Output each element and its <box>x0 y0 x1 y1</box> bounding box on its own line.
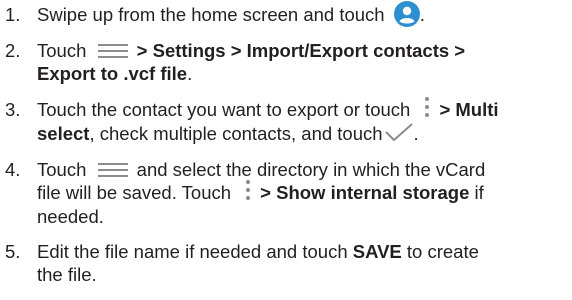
step-number: 1. <box>5 4 21 25</box>
step-text-run: Edit the file name if needed and touch <box>37 241 348 262</box>
check-icon <box>384 122 414 142</box>
step-text-run: . <box>187 63 193 84</box>
more-vert-icon <box>242 179 254 201</box>
step-text-run: . <box>413 123 419 145</box>
menu-icon <box>97 160 128 178</box>
step-line: select, check multiple contacts, and tou… <box>37 122 564 145</box>
step-number: 2. <box>5 40 21 61</box>
step-text: Swipe up from the home screen and touch … <box>37 1 564 29</box>
menu-icon <box>97 41 128 59</box>
step-text: Edit the file name if needed and touch S… <box>37 240 564 286</box>
step-line: Swipe up from the home screen and touch … <box>37 1 564 29</box>
step-bold-run: Export to .vcf file <box>37 63 188 84</box>
step-text: Touch > Settings > Import/Export contact… <box>37 39 564 85</box>
step-line: Touch > Settings > Import/Export contact… <box>37 39 564 62</box>
step-number: 4. <box>5 159 21 180</box>
step-text: Touch the contact you want to export or … <box>37 96 564 145</box>
more-vert-icon <box>421 96 433 118</box>
step-bold-run: select <box>37 123 90 145</box>
step-text-run: to create <box>406 241 479 262</box>
step-text-run: Touch <box>37 159 87 180</box>
step-text-run: , check multiple contacts, and touch <box>89 123 383 145</box>
instruction-list: 1. Swipe up from the home screen and tou… <box>0 0 572 300</box>
step-text-run: . <box>419 4 425 25</box>
step-text-run: needed. <box>37 206 104 228</box>
step-line: Touch the contact you want to export or … <box>37 96 564 122</box>
step-bold-run: > Show internal storage <box>260 182 470 203</box>
step-number: 3. <box>5 99 21 120</box>
step-line: the file. <box>37 263 564 286</box>
step-line: needed. <box>37 205 564 228</box>
step-text-run: file will be saved. Touch <box>37 182 232 203</box>
step-bold-run: SAVE <box>352 241 402 262</box>
step-bold-run: > Multi <box>439 99 499 120</box>
contacts-icon <box>393 1 420 28</box>
step-line: Edit the file name if needed and touch S… <box>37 240 564 263</box>
step-text-run: the file. <box>37 264 97 285</box>
step-line: Export to .vcf file. <box>37 62 564 85</box>
step-text-run: Touch the contact you want to export or … <box>37 99 411 120</box>
step-text: Touch and select the directory in which … <box>37 158 564 228</box>
step-text-run: if <box>469 182 484 203</box>
step-line: file will be saved. Touch > Show interna… <box>37 179 564 205</box>
step-number: 5. <box>5 241 21 262</box>
step-text-run: Swipe up from the home screen and touch <box>37 4 385 25</box>
step-bold-run: > Settings > Import/Export contacts > <box>136 40 466 61</box>
step-text-run: and select the directory in which the vC… <box>136 159 486 180</box>
step-line: Touch and select the directory in which … <box>37 158 564 181</box>
step-text-run: Touch <box>37 40 87 61</box>
